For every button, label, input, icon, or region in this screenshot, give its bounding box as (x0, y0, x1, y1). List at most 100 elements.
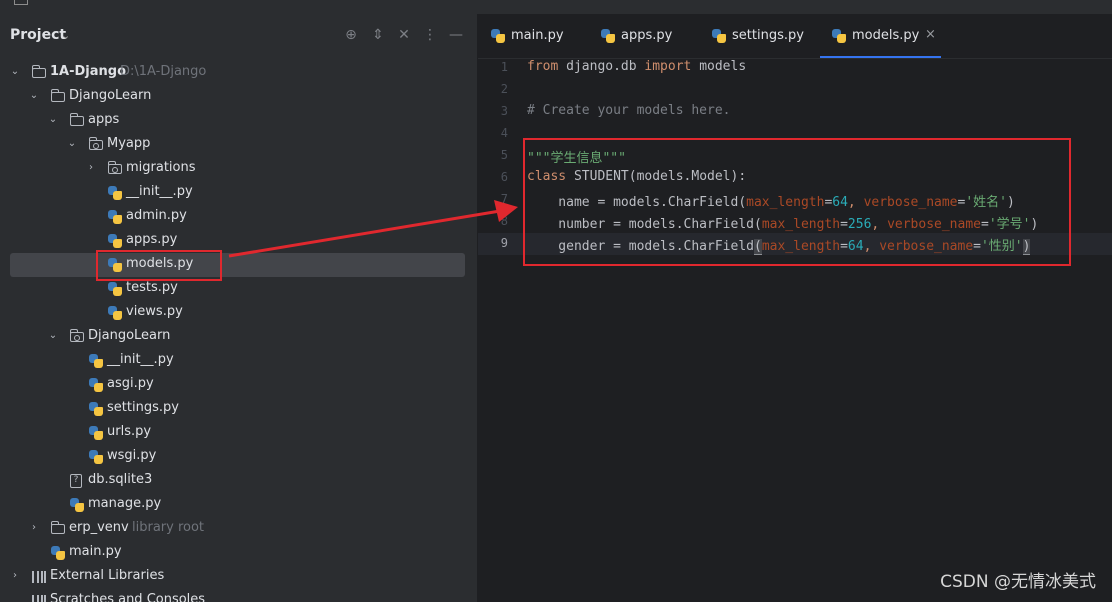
tab-settings-py[interactable]: settings.py (712, 14, 812, 58)
tree-item-annotation: library root (132, 520, 205, 535)
python-file-icon (108, 209, 124, 225)
tree-item-file[interactable]: views.py (10, 301, 465, 325)
line-number: 2 (500, 82, 508, 96)
window-title-bar (0, 0, 1112, 15)
tree-item-label: manage.py (88, 496, 162, 511)
python-file-icon (89, 353, 105, 369)
database-file-icon: ? (70, 473, 86, 489)
line-number: 4 (500, 126, 508, 140)
tab-label: models.py (852, 28, 920, 43)
tab-main-py[interactable]: main.py (491, 14, 581, 58)
tree-item-label: urls.py (107, 424, 152, 439)
chevron-down-icon[interactable]: ⌄ (67, 138, 77, 149)
tree-item-label: __init__.py (107, 352, 174, 367)
tree-item-apps[interactable]: ⌄ apps (10, 109, 465, 133)
watermark: CSDN @无情冰美式 (940, 572, 1096, 592)
tree-item-file[interactable]: manage.py (10, 493, 465, 517)
code-line[interactable]: 3 # Create your models here. (478, 101, 1112, 123)
tree-item-root[interactable]: ⌄ 1A-Django D:\1A-Django (10, 61, 465, 85)
code-docstring: """学生信息""" (527, 151, 626, 166)
line-number: 6 (500, 170, 508, 184)
code-line[interactable]: 2 (478, 79, 1112, 101)
tree-item-label: db.sqlite3 (88, 472, 153, 487)
tab-models-py[interactable]: models.py × (820, 14, 941, 58)
chevron-down-icon[interactable]: ⌄ (10, 66, 20, 77)
chevron-down-icon[interactable]: ⌄ (29, 90, 39, 101)
code-text: from django.db import models (527, 59, 747, 74)
tree-item-path: D:\1A-Django (120, 64, 207, 79)
code-line[interactable]: 7 name = models.CharField(max_length=64,… (478, 189, 1112, 211)
app-icon (14, 0, 28, 5)
package-icon (69, 329, 86, 345)
tree-item-file[interactable]: ? db.sqlite3 (10, 469, 465, 493)
tree-item-file[interactable]: settings.py (10, 397, 465, 421)
tree-item-djangolearn-package[interactable]: ⌄ DjangoLearn (10, 325, 465, 349)
code-line[interactable]: 5 """学生信息""" (478, 145, 1112, 167)
tree-item-file[interactable]: apps.py (10, 229, 465, 253)
tree-item-label: Myapp (107, 136, 151, 151)
line-number: 9 (500, 236, 508, 250)
tree-item-external-libraries[interactable]: › External Libraries (10, 565, 465, 589)
chevron-right-icon[interactable]: › (86, 162, 96, 173)
tree-item-erp-venv[interactable]: › erp_venv library root (10, 517, 465, 541)
chevron-down-icon[interactable]: ⌄ (61, 29, 70, 42)
tree-item-label: apps.py (126, 232, 178, 247)
python-file-icon (70, 497, 86, 513)
folder-icon (50, 89, 67, 105)
locate-icon[interactable]: ⊕ (343, 27, 359, 43)
tree-item-label: admin.py (126, 208, 187, 223)
tree-item-migrations[interactable]: › migrations (10, 157, 465, 181)
chevron-down-icon[interactable]: ⌄ (48, 114, 58, 125)
tree-item-file[interactable]: asgi.py (10, 373, 465, 397)
tree-item-models-selected[interactable]: models.py (10, 253, 465, 277)
line-number: 3 (500, 104, 508, 118)
scratches-icon (32, 593, 48, 602)
tree-item-label: apps (88, 112, 120, 127)
code-editor[interactable]: main.py apps.py settings.py models.py × … (478, 14, 1112, 602)
chevron-right-icon[interactable]: › (29, 522, 39, 533)
chevron-down-icon[interactable]: ⌄ (48, 330, 58, 341)
python-file-icon (601, 29, 615, 43)
tab-apps-py[interactable]: apps.py (601, 14, 691, 58)
close-icon[interactable]: × (925, 27, 936, 42)
line-number: 5 (500, 148, 508, 162)
hide-panel-icon[interactable]: — (448, 27, 464, 43)
python-file-icon (108, 233, 124, 249)
code-line[interactable]: 1 from django.db import models (478, 57, 1112, 79)
tree-item-file[interactable]: __init__.py (10, 349, 465, 373)
tree-item-file[interactable]: admin.py (10, 205, 465, 229)
tree-item-file[interactable]: urls.py (10, 421, 465, 445)
line-number: 1 (500, 60, 508, 74)
tree-item-label: __init__.py (126, 184, 193, 199)
tree-item-myapp[interactable]: ⌄ Myapp (10, 133, 465, 157)
tab-label: settings.py (732, 28, 804, 43)
tree-item-file[interactable]: main.py (10, 541, 465, 565)
code-line[interactable]: 4 (478, 123, 1112, 145)
tree-item-djangolearn[interactable]: ⌄ DjangoLearn (10, 85, 465, 109)
code-line-current[interactable]: 9 gender = models.CharField(max_length=6… (478, 233, 1112, 255)
tree-item-label: DjangoLearn (69, 88, 152, 103)
project-panel-title[interactable]: Project (10, 27, 66, 43)
tree-item-file[interactable]: wsgi.py (10, 445, 465, 469)
tree-item-label: wsgi.py (107, 448, 157, 463)
tree-item-label: tests.py (126, 280, 178, 295)
line-number: 8 (500, 214, 508, 228)
tree-item-label: DjangoLearn (88, 328, 171, 343)
python-file-icon (108, 305, 124, 321)
tree-item-scratches[interactable]: Scratches and Consoles (10, 589, 465, 602)
chevron-right-icon[interactable]: › (10, 570, 20, 581)
options-icon[interactable]: ⋮ (422, 27, 438, 43)
tree-item-label: Scratches and Consoles (50, 592, 206, 602)
python-file-icon (89, 449, 105, 465)
tree-item-file[interactable]: __init__.py (10, 181, 465, 205)
code-comment: # Create your models here. (527, 103, 731, 118)
tab-label: apps.py (621, 28, 673, 43)
python-file-icon (108, 257, 124, 273)
line-number: 7 (500, 192, 508, 206)
tree-item-file[interactable]: tests.py (10, 277, 465, 301)
collapse-all-icon[interactable]: ✕ (396, 27, 412, 43)
code-line[interactable]: 6 class STUDENT(models.Model): (478, 167, 1112, 189)
expand-collapse-icon[interactable]: ⇕ (370, 27, 386, 43)
code-line[interactable]: 8 number = models.CharField(max_length=2… (478, 211, 1112, 233)
tree-item-label: views.py (126, 304, 183, 319)
